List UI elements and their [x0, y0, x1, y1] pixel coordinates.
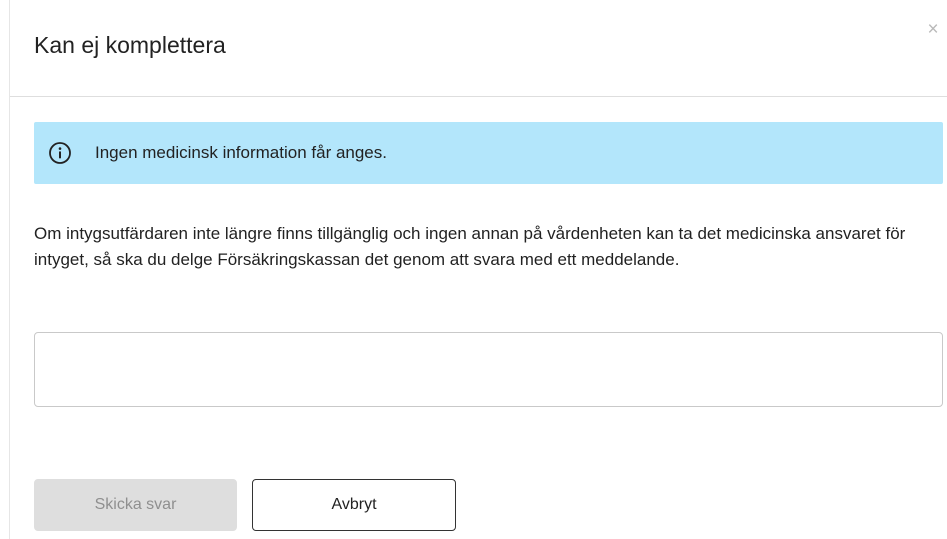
- cannot-complement-dialog: Kan ej komplettera × Ingen medicinsk inf…: [0, 0, 947, 539]
- dialog-header: Kan ej komplettera ×: [10, 0, 947, 97]
- dialog-description: Om intygsutfärdaren inte längre finns ti…: [34, 224, 906, 269]
- info-circle-icon: [49, 142, 71, 164]
- info-alert: Ingen medicinsk information får anges.: [34, 122, 943, 184]
- send-reply-button[interactable]: Skicka svar: [34, 479, 237, 531]
- info-alert-text: Ingen medicinsk information får anges.: [95, 143, 387, 162]
- message-textarea[interactable]: [34, 332, 943, 407]
- cancel-button[interactable]: Avbryt: [252, 479, 456, 531]
- dialog-title: Kan ej komplettera: [34, 32, 226, 58]
- close-icon[interactable]: ×: [923, 20, 943, 40]
